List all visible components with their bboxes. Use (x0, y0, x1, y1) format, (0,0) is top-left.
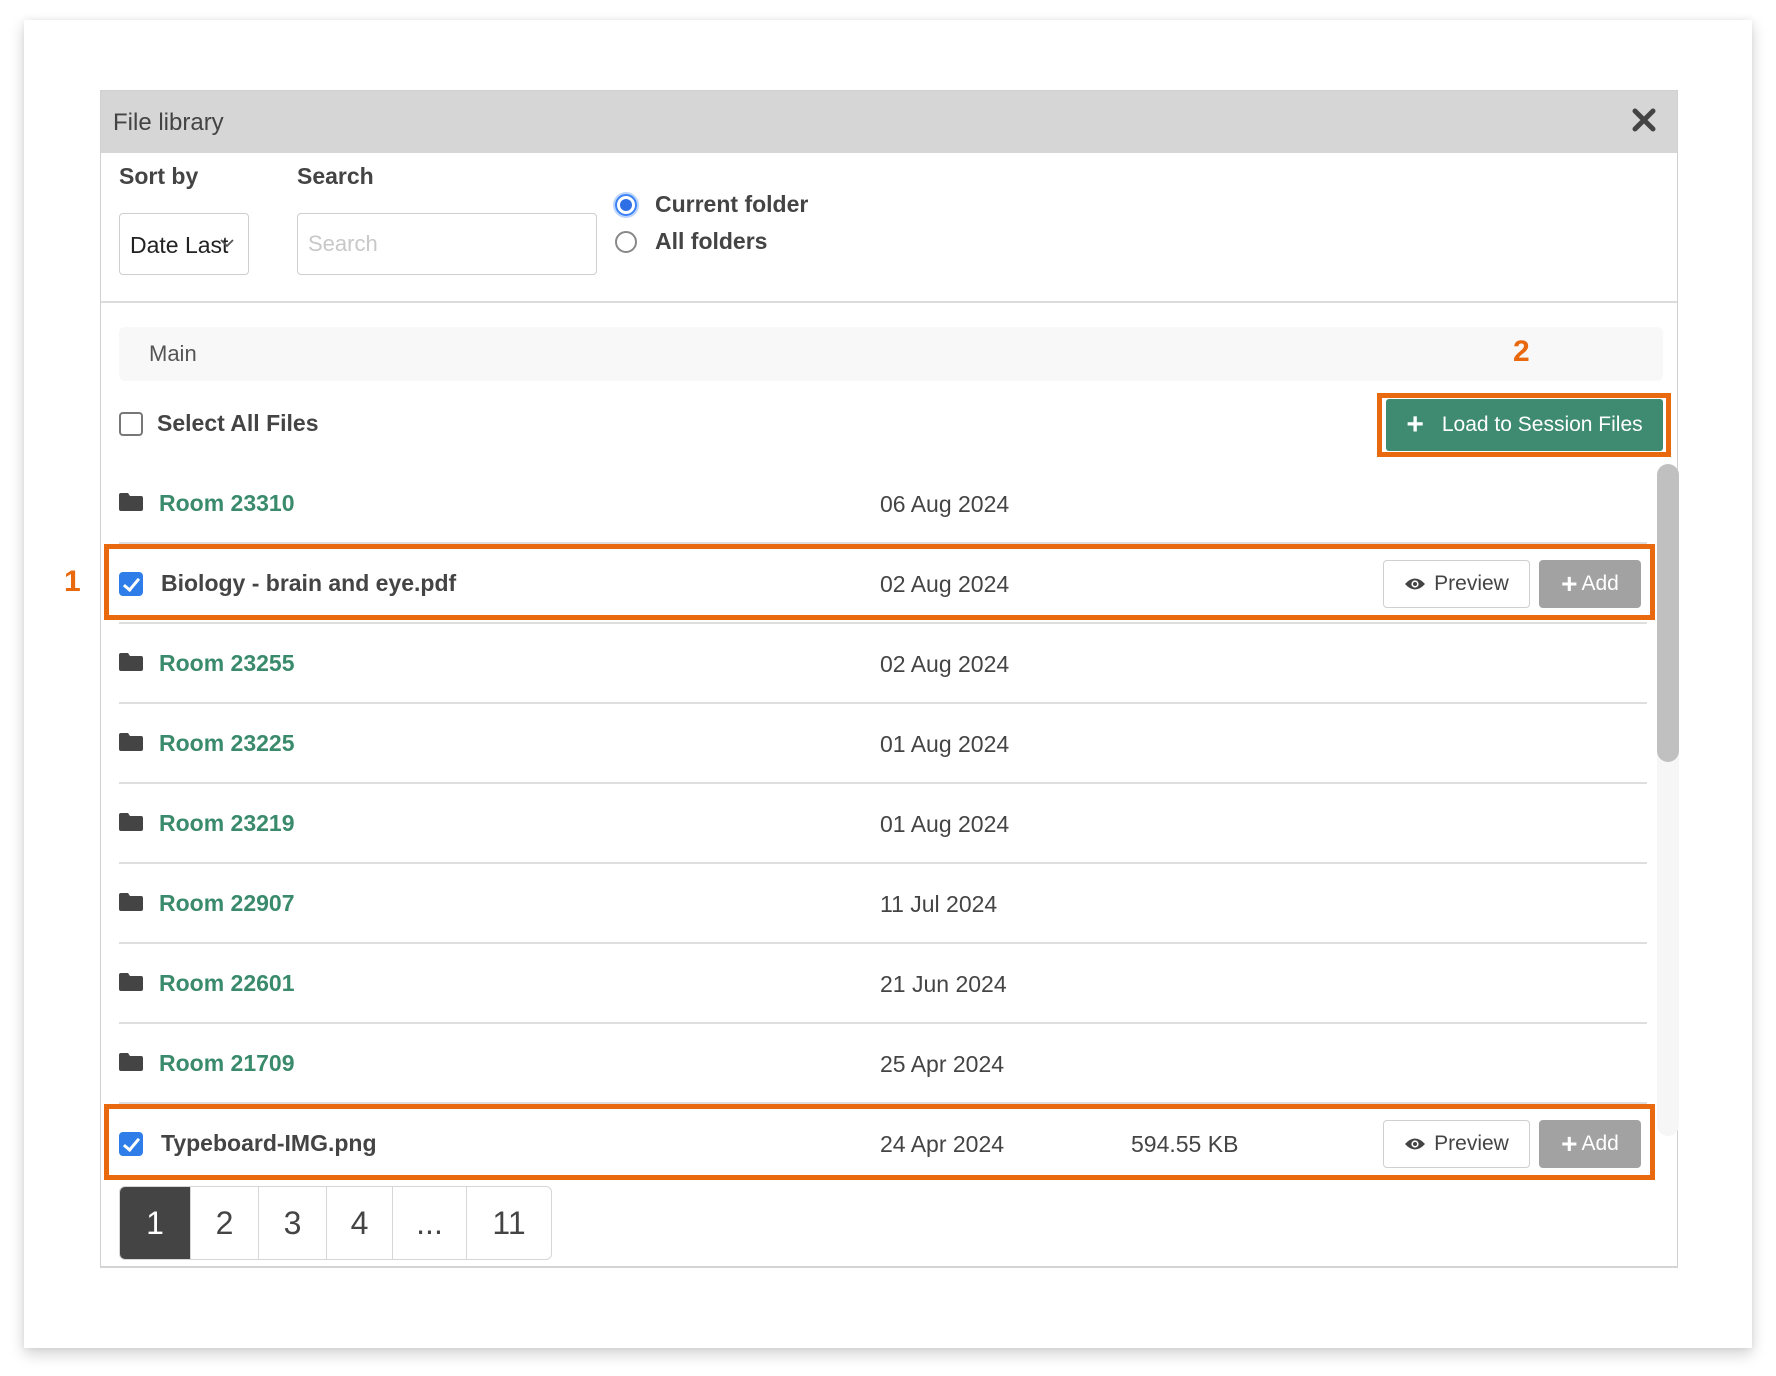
folder-row[interactable]: Room 23310 06 Aug 2024 (119, 464, 1647, 544)
folder-name-link[interactable]: Room 21709 (159, 1050, 295, 1077)
date-modified: 01 Aug 2024 (880, 731, 1010, 757)
folder-icon (119, 973, 143, 991)
radio-button-selected[interactable] (615, 193, 637, 216)
date-modified: 01 Aug 2024 (880, 811, 1010, 837)
page-3-button[interactable]: 3 (258, 1187, 326, 1259)
pagination: 1 2 3 4... 11 (119, 1186, 552, 1260)
highlight-box-row-1 (104, 544, 1655, 620)
date-modified: 21 Jun 2024 (880, 971, 1007, 997)
load-button-label: Load to Session Files (1441, 413, 1643, 436)
select-all-checkbox[interactable] (119, 411, 143, 436)
highlight-box-row-2 (104, 1104, 1655, 1180)
folder-row[interactable]: Room 22601 21 Jun 2024 (119, 944, 1647, 1024)
folder-name-link[interactable]: Room 23255 (159, 650, 295, 677)
folder-icon (119, 733, 143, 751)
folder-name-link[interactable]: Room 23310 (159, 490, 295, 517)
search-input[interactable] (297, 213, 597, 275)
radio-label: Current folder (655, 191, 809, 217)
folder-name-link[interactable]: Room 22907 (159, 890, 295, 917)
folder-row[interactable]: Room 21709 25 Apr 2024 (119, 1024, 1647, 1104)
folder-icon (119, 1053, 143, 1071)
folder-row[interactable]: Room 23255 02 Aug 2024 (119, 624, 1647, 704)
folder-name-link[interactable]: Room 22601 (159, 970, 295, 997)
date-modified: 06 Aug 2024 (880, 491, 1010, 517)
date-modified: 25 Apr 2024 (880, 1051, 1005, 1077)
dialog-header: File library (101, 91, 1677, 153)
select-all-label: Select All Files (157, 410, 319, 436)
breadcrumb: Main (119, 327, 1663, 381)
folder-icon (119, 653, 143, 671)
load-to-session-files-button[interactable]: + Load to Session Files (1386, 399, 1663, 451)
toolbar-divider (101, 301, 1677, 303)
page-2-button[interactable]: 2 (190, 1187, 258, 1259)
page-11-button[interactable]: 11 (466, 1187, 551, 1259)
radio-label: All folders (655, 228, 768, 254)
chevron-down-icon (220, 239, 234, 248)
search-label: Search (297, 163, 374, 189)
sort-by-value: Date Last (130, 232, 229, 258)
annotation-step-2: 2 (1513, 335, 1530, 368)
select-all-files[interactable]: Select All Files (119, 410, 319, 437)
folder-icon (119, 813, 143, 831)
close-icon (1632, 108, 1656, 132)
folder-row[interactable]: Room 22907 11 Jul 2024 (119, 864, 1647, 944)
page-4-button[interactable]: 4 (326, 1187, 392, 1259)
page-ellipsis: ... (392, 1187, 466, 1259)
date-modified: 02 Aug 2024 (880, 651, 1010, 677)
plus-icon: + (1406, 408, 1424, 441)
page-1-button[interactable]: 1 (120, 1187, 190, 1259)
date-modified: 11 Jul 2024 (880, 891, 998, 917)
folder-name-link[interactable]: Room 23219 (159, 810, 295, 837)
radio-button[interactable] (615, 230, 637, 253)
folder-icon (119, 893, 143, 911)
folder-row[interactable]: Room 23225 01 Aug 2024 (119, 704, 1647, 784)
breadcrumb-item-main[interactable]: Main (149, 341, 197, 367)
close-button[interactable] (1629, 105, 1659, 135)
folder-name-link[interactable]: Room 23225 (159, 730, 295, 757)
radio-current-folder[interactable]: Current folder (615, 191, 808, 218)
dialog-title: File library (113, 109, 224, 136)
folder-row[interactable]: Room 23219 01 Aug 2024 (119, 784, 1647, 864)
folder-icon (119, 493, 143, 511)
file-library-dialog: File library Sort by Search Date Last Cu… (100, 90, 1679, 1268)
sort-by-label: Sort by (119, 163, 199, 189)
annotation-step-1: 1 (64, 565, 81, 598)
scrollbar-thumb[interactable] (1657, 464, 1679, 762)
radio-all-folders[interactable]: All folders (615, 228, 767, 255)
sort-by-select[interactable]: Date Last (119, 213, 249, 275)
